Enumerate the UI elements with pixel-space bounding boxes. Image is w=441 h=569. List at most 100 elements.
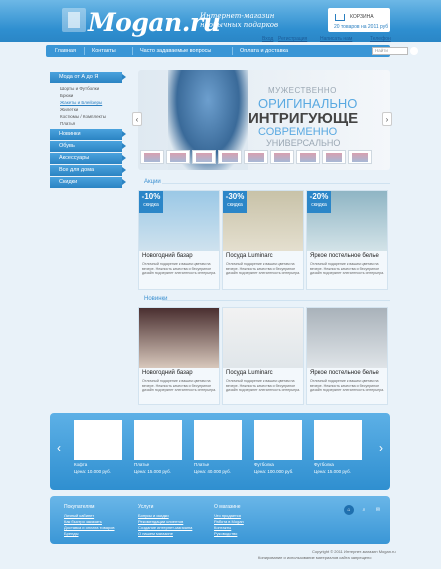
cart-icon <box>335 14 345 21</box>
home-icon[interactable]: ⌂ <box>344 505 354 515</box>
logo-icon[interactable] <box>62 8 86 32</box>
product-name: Футболка <box>254 462 274 467</box>
card-title[interactable]: Новогодний базар <box>142 253 193 259</box>
footer-link[interactable]: Что продается <box>214 513 241 518</box>
footer-link[interactable]: Создание интернет-магазина <box>138 525 192 530</box>
footer-link[interactable]: Доставка и оплата товаров <box>64 525 115 530</box>
banner-line: МУЖЕСТВЕННО <box>268 86 337 95</box>
promo-card[interactable]: -30% скидка Посуда Luminarc Отличный пода… <box>222 190 304 290</box>
product-price: Цена: 15.000 руб. <box>314 469 351 474</box>
promo-card[interactable]: -10% скидка Новогодний базар Отличный под… <box>138 190 220 290</box>
register-link[interactable]: Регистрация <box>278 36 307 42</box>
discount-value: -30% <box>225 192 245 201</box>
banner-line: ОРИГИНАЛЬНО <box>258 96 358 111</box>
banner-thumbnail[interactable] <box>218 150 242 164</box>
card-description: Отличный подарение к вашим цветам на веч… <box>310 379 385 392</box>
login-link[interactable]: Вход <box>262 36 273 42</box>
discount-badge: -10% скидка <box>139 191 163 213</box>
card-title[interactable]: Яркое постельное белье <box>310 370 379 376</box>
carousel-item[interactable]: Футболка Цена: 15.000 руб. <box>314 420 362 482</box>
sidebar-item-home[interactable]: Все для дома <box>50 165 126 176</box>
news-section-title: Новинки <box>144 296 168 302</box>
promo-section-title: Акции <box>144 179 161 185</box>
banner-line: СОВРЕМЕННО <box>258 126 338 138</box>
hero-banner[interactable]: МУЖЕСТВЕННО ОРИГИНАЛЬНО ИНТРИГУЮЩЕ СОВРЕ… <box>138 70 390 170</box>
banner-thumbnail[interactable] <box>140 150 164 164</box>
footer-column-title: Услуги <box>138 504 154 510</box>
discount-label: скидка <box>311 202 327 208</box>
menu-item-faq[interactable]: Часто задаваемые вопросы <box>140 45 211 57</box>
footer-link[interactable]: О нашем магазине <box>138 531 173 536</box>
banner-line: УНИВЕРСАЛЬНО <box>266 138 341 148</box>
banner-next-arrow[interactable]: › <box>382 112 392 126</box>
banner-prev-arrow[interactable]: ‹ <box>132 112 142 126</box>
carousel-item[interactable]: Платье Цена: 40.000 руб. <box>194 420 242 482</box>
banner-thumbnail[interactable] <box>166 150 190 164</box>
phone-link[interactable]: Телефон <box>370 36 391 42</box>
footer-link[interactable]: Работа в Mogan <box>214 519 244 524</box>
product-price: Цена: 15.000 руб. <box>134 469 171 474</box>
card-title[interactable]: Яркое постельное белье <box>310 253 379 259</box>
search-icon[interactable] <box>410 47 418 55</box>
card-title[interactable]: Посуда Luminarc <box>226 253 273 259</box>
discount-label: скидка <box>143 202 159 208</box>
carousel-item[interactable]: Кофта Цена: 10.000 руб. <box>74 420 122 482</box>
menu-item-delivery[interactable]: Оплата и доставка <box>240 45 288 57</box>
product-name: Кофта <box>74 462 88 467</box>
sidebar-item-shoes[interactable]: Обувь <box>50 141 126 152</box>
carousel-item[interactable]: Футболка Цена: 100.000 руб. <box>254 420 302 482</box>
sidebar-item-new[interactable]: Новинки <box>50 129 126 140</box>
menu-item-home[interactable]: Главная <box>55 45 76 57</box>
banner-thumbnail[interactable] <box>296 150 320 164</box>
banner-thumbnail[interactable] <box>244 150 268 164</box>
discount-badge: -20% скидка <box>307 191 331 213</box>
news-card[interactable]: Новогодний базар Отличный подарение к ва… <box>138 307 220 405</box>
sidebar-subitem[interactable]: Шорты и Футболки <box>60 86 99 91</box>
product-image <box>134 420 182 460</box>
footer-link[interactable]: Бонусы и скидки <box>138 513 169 518</box>
discount-badge: -30% скидка <box>223 191 247 213</box>
discount-value: -20% <box>309 192 329 201</box>
sidebar-subitem[interactable]: Жилетки <box>60 107 78 112</box>
sidebar-subitem-active[interactable]: Жакеты и Блейзеры <box>60 100 102 105</box>
carousel-item[interactable]: Платье Цена: 15.000 руб. <box>134 420 182 482</box>
card-title[interactable]: Посуда Luminarc <box>226 370 273 376</box>
carousel-next-arrow[interactable]: › <box>376 441 386 455</box>
sidebar-subitem[interactable]: Костюмы / Комплекты <box>60 114 106 119</box>
footer-link[interactable]: Рекомендации клиентов <box>138 519 183 524</box>
news-card[interactable]: Яркое постельное белье Отличный подарени… <box>306 307 388 405</box>
sidebar-item-accessories[interactable]: Аксессуары <box>50 153 126 164</box>
banner-thumbnail[interactable] <box>322 150 346 164</box>
footer-link[interactable]: Как быстро заказать <box>64 519 102 524</box>
sidebar-header[interactable]: Мода от А до Я <box>50 72 126 83</box>
sidebar-subitem[interactable]: Брюки <box>60 93 73 98</box>
news-card[interactable]: Посуда Luminarc Отличный подарение к ваш… <box>222 307 304 405</box>
menu-item-contacts[interactable]: Контакты <box>92 45 116 57</box>
footer-link[interactable]: Бренды <box>64 531 79 536</box>
menu-divider <box>232 47 233 55</box>
product-name: Футболка <box>314 462 334 467</box>
banner-thumbnail[interactable] <box>270 150 294 164</box>
write-us-link[interactable]: Написать нам <box>320 36 352 42</box>
footer-link[interactable]: Руководство <box>214 531 237 536</box>
banner-line: ИНТРИГУЮЩЕ <box>248 110 359 127</box>
banner-thumbnail[interactable] <box>348 150 372 164</box>
product-image <box>254 420 302 460</box>
carousel-prev-arrow[interactable]: ‹ <box>54 441 64 455</box>
cart-widget[interactable]: КОРЗИНА 20 товаров на 2011 руб <box>328 8 390 32</box>
footer-link[interactable]: Личный кабинет <box>64 513 94 518</box>
section-divider <box>162 183 390 184</box>
search-icon[interactable]: ⌕ <box>359 505 369 515</box>
footer-link[interactable]: Контакты <box>214 525 231 530</box>
mail-icon[interactable]: ✉ <box>373 505 383 515</box>
sidebar-subitem[interactable]: Платья <box>60 121 75 126</box>
card-description: Отличный подарение к вашим цветам на веч… <box>142 379 217 392</box>
search-input[interactable]: Найти <box>372 47 408 55</box>
card-title[interactable]: Новогодний базар <box>142 370 193 376</box>
sidebar-item-sale[interactable]: Скидки <box>50 177 126 188</box>
menu-divider <box>132 47 133 55</box>
product-image <box>74 420 122 460</box>
product-carousel: ‹ › Кофта Цена: 10.000 руб. Платье Цена: 1… <box>50 413 390 490</box>
promo-card[interactable]: -20% скидка Яркое постельное белье Отличн… <box>306 190 388 290</box>
banner-thumbnail[interactable] <box>192 150 216 164</box>
